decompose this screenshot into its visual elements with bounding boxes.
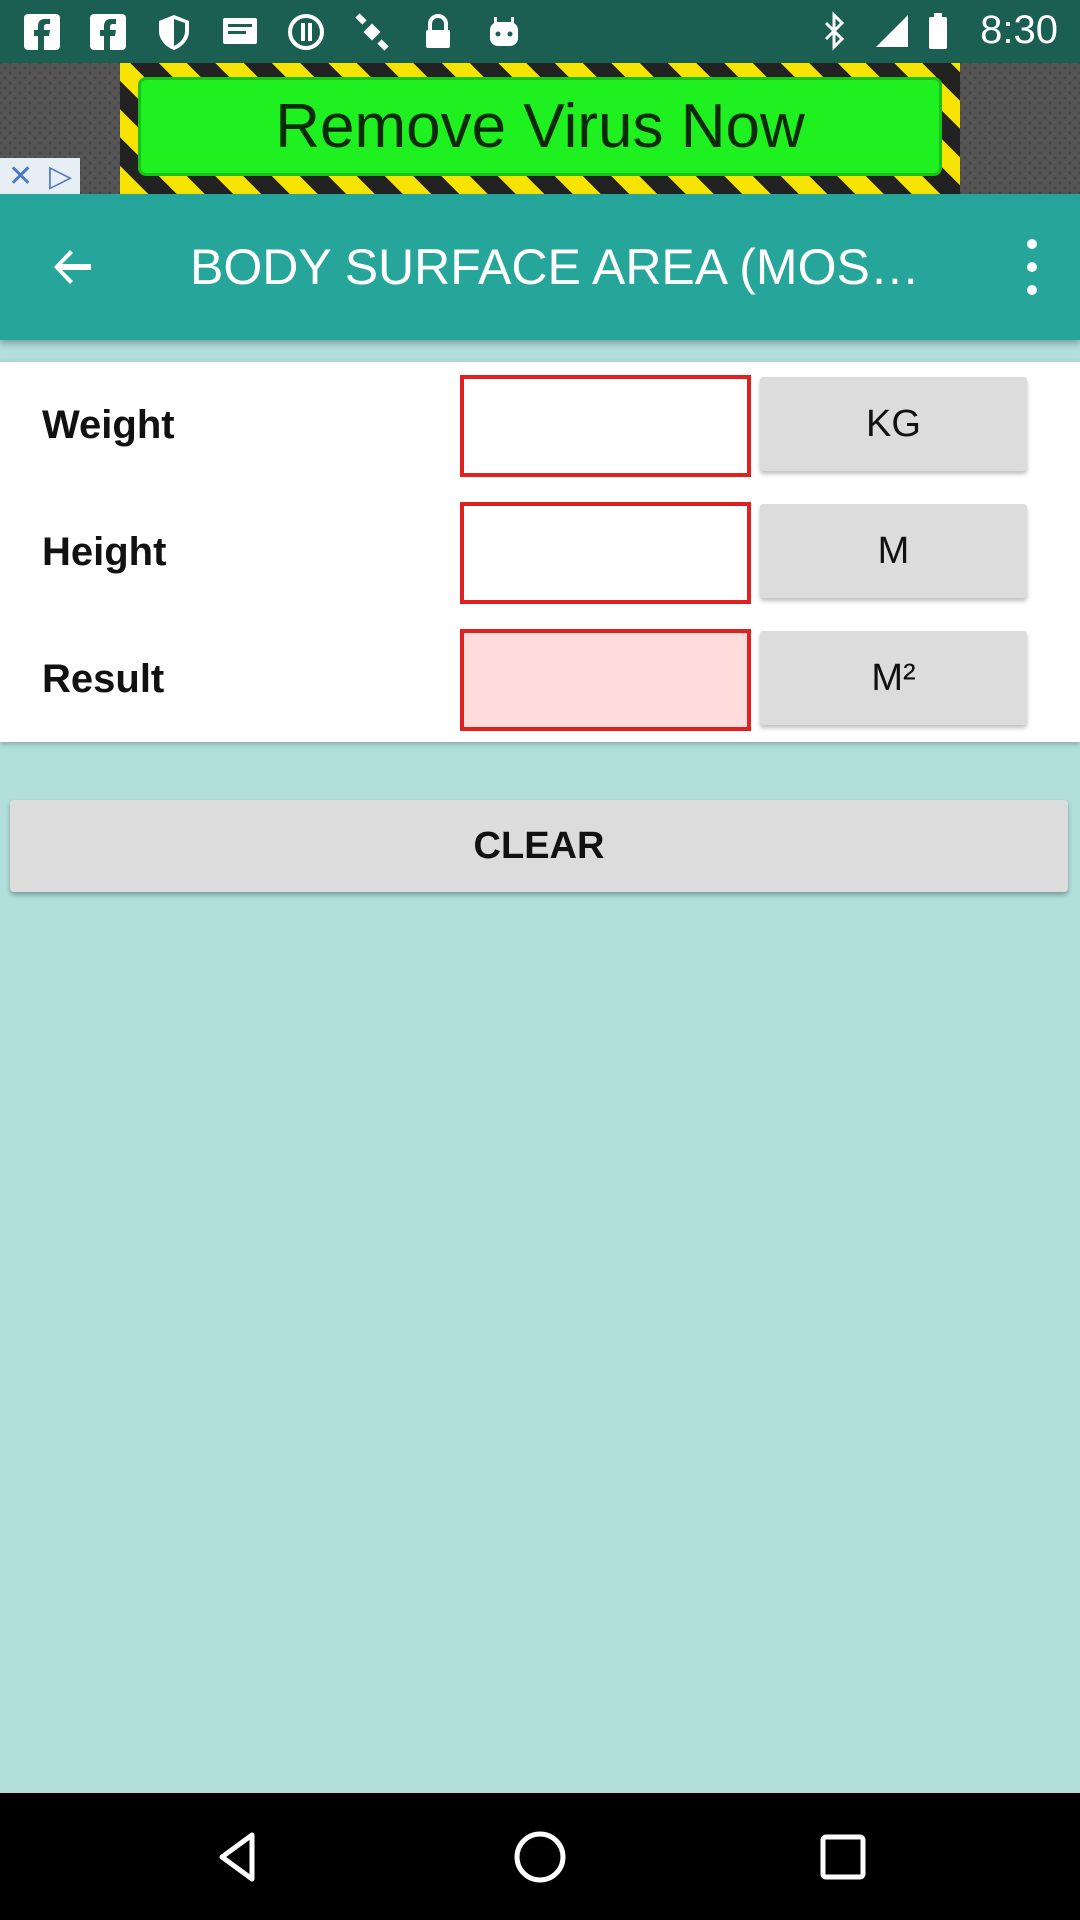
ad-banner-button[interactable]: Remove Virus Now <box>138 77 942 176</box>
home-nav-button[interactable] <box>510 1827 570 1887</box>
weight-label: Weight <box>42 403 175 447</box>
android-icon <box>484 12 524 52</box>
status-right: 8:30 <box>818 8 1058 53</box>
ad-controls[interactable]: ✕ ▷ <box>0 158 80 194</box>
close-icon[interactable]: ✕ <box>8 159 33 194</box>
form-card: Weight KG Height M Result M² <box>0 362 1080 742</box>
triangle-back-icon <box>219 1832 255 1882</box>
ad-banner[interactable]: Remove Virus Now <box>120 63 960 194</box>
arrow-back-icon <box>54 250 91 284</box>
back-button[interactable] <box>45 239 101 295</box>
shield-icon <box>154 12 194 52</box>
overflow-menu-icon[interactable] <box>1014 239 1050 295</box>
status-bar: 8:30 <box>0 0 1080 63</box>
navigation-bar <box>0 1793 1080 1920</box>
facebook-icon <box>22 12 62 52</box>
ad-banner-text: Remove Virus Now <box>275 92 805 161</box>
height-label: Height <box>42 530 167 574</box>
back-nav-button[interactable] <box>208 1827 268 1887</box>
lock-icon <box>418 12 458 52</box>
ad-bar[interactable]: ✕ ▷ Remove Virus Now <box>0 63 1080 194</box>
weight-row: Weight KG <box>0 375 1080 477</box>
facebook-icon <box>88 12 128 52</box>
circle-home-icon <box>514 1831 566 1883</box>
satellite-icon <box>352 12 392 52</box>
bluetooth-icon <box>818 10 850 51</box>
recents-nav-button[interactable] <box>813 1827 873 1887</box>
battery-icon <box>926 11 958 51</box>
ad-choices-icon[interactable]: ▷ <box>49 159 72 194</box>
height-input[interactable] <box>460 502 751 604</box>
signal-icon <box>872 11 909 51</box>
square-recents-icon <box>820 1834 866 1880</box>
clear-button[interactable]: CLEAR <box>10 800 1068 892</box>
weight-unit-button[interactable]: KG <box>760 377 1027 471</box>
result-field <box>460 629 751 731</box>
status-left-icons <box>22 12 524 52</box>
message-icon <box>220 12 260 52</box>
alert-circle-icon <box>286 12 326 52</box>
app-bar: BODY SURFACE AREA (MOSTE… <box>0 194 1080 340</box>
page-title: BODY SURFACE AREA (MOSTE… <box>190 239 950 295</box>
result-row: Result M² <box>0 629 1080 731</box>
height-unit-button[interactable]: M <box>760 504 1027 598</box>
result-unit-button[interactable]: M² <box>760 631 1027 725</box>
result-label: Result <box>42 657 165 701</box>
status-time: 8:30 <box>980 8 1058 52</box>
height-row: Height M <box>0 502 1080 604</box>
weight-input[interactable] <box>460 375 751 477</box>
